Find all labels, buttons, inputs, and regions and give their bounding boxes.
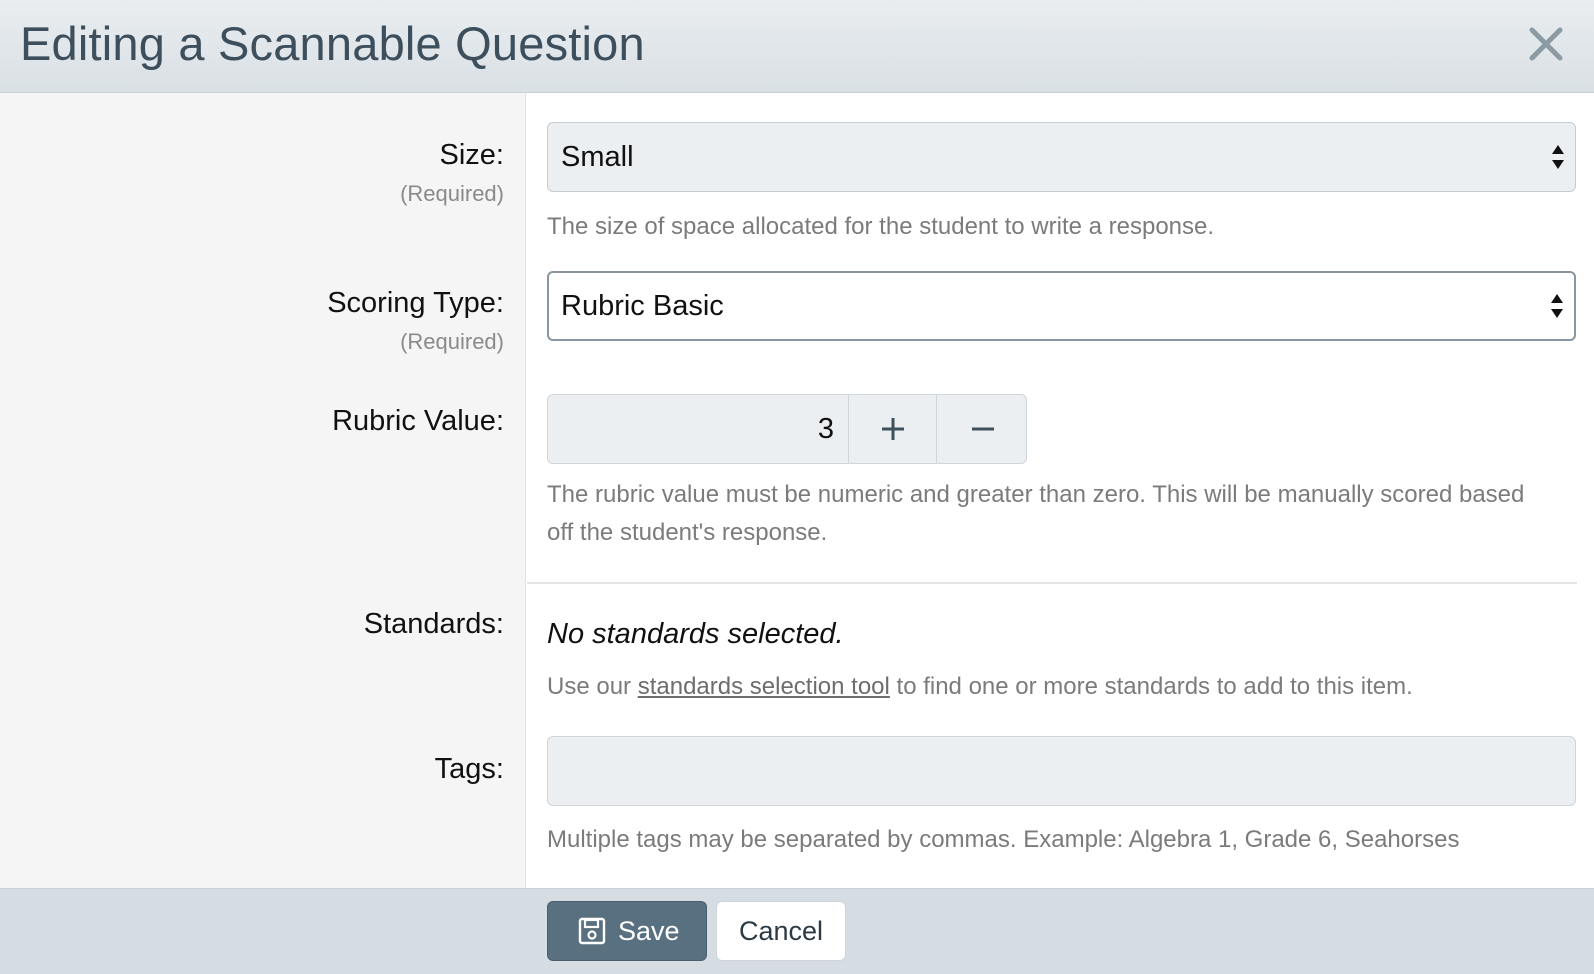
standards-empty-text: No standards selected.	[547, 618, 844, 650]
cancel-button[interactable]: Cancel	[716, 901, 846, 961]
size-help-text: The size of space allocated for the stud…	[547, 213, 1215, 240]
standards-help-suffix: to find one or more standards to add to …	[889, 673, 1413, 700]
save-button-label: Save	[618, 915, 680, 946]
scoring-type-selected-value: Rubric Basic	[561, 290, 724, 322]
save-button[interactable]: Save	[547, 901, 707, 961]
floppy-disk-icon	[578, 917, 606, 945]
tags-input[interactable]	[547, 736, 1576, 806]
rubric-value-help-text: The rubric value must be numeric and gre…	[547, 481, 1525, 546]
increment-button[interactable]	[848, 395, 936, 463]
tags-help-text: Multiple tags may be separated by commas…	[547, 826, 1460, 853]
standards-help-text: Use our standards selection tool to find…	[547, 668, 1557, 706]
standards-help-prefix: Use our	[547, 673, 638, 700]
select-arrows-icon	[1551, 294, 1563, 318]
edit-question-dialog: Editing a Scannable Question Size: (Requ…	[0, 0, 1594, 974]
standards-selection-tool-link[interactable]: standards selection tool	[638, 673, 890, 700]
tags-label: Tags:	[434, 753, 504, 785]
decrement-button[interactable]	[936, 395, 1026, 463]
section-divider	[527, 582, 1577, 584]
close-icon	[1529, 27, 1563, 61]
size-label: Size:	[439, 139, 504, 171]
rubric-value-label: Rubric Value:	[332, 405, 504, 437]
close-button[interactable]	[1526, 24, 1566, 64]
size-select[interactable]: Small	[547, 122, 1576, 192]
scoring-type-label: Scoring Type:	[327, 287, 504, 319]
dialog-body: Size: (Required) Small The size of space…	[0, 93, 1594, 888]
dialog-title: Editing a Scannable Question	[20, 17, 645, 70]
standards-label: Standards:	[363, 608, 504, 640]
size-selected-value: Small	[561, 141, 634, 173]
dialog-header: Editing a Scannable Question	[0, 0, 1594, 93]
size-required-note: (Required)	[400, 181, 504, 206]
minus-icon	[971, 427, 994, 431]
select-arrows-icon	[1552, 145, 1564, 169]
scoring-type-select[interactable]: Rubric Basic	[547, 271, 1576, 341]
plus-icon	[881, 418, 904, 440]
dialog-footer: Save Cancel	[0, 888, 1594, 974]
rubric-value-input[interactable]: 3	[548, 395, 848, 463]
rubric-value-stepper: 3	[547, 394, 1027, 464]
scoring-type-required-note: (Required)	[400, 329, 504, 354]
